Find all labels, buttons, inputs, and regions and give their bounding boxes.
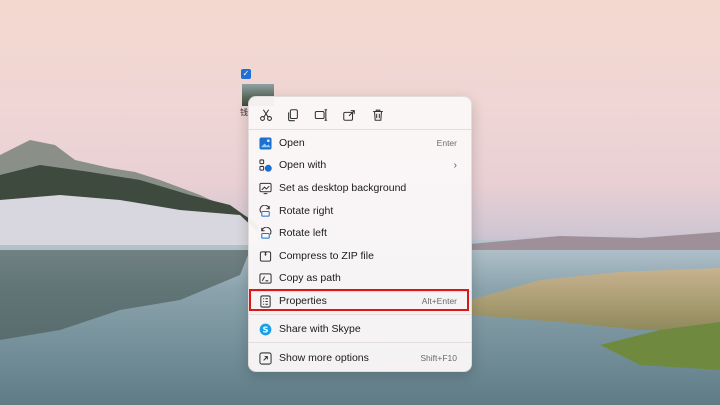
rename-button[interactable] [309,103,333,127]
context-menu: Open Enter Open with › Set as desktop ba… [248,96,472,372]
context-menu-toolbar [249,101,471,129]
more-options-icon [259,351,272,365]
svg-text:S: S [262,324,268,334]
file-name-label: 钱 [240,108,248,117]
desktop: ✓ 钱 Open Enter Open with › Set as deskto… [0,0,720,405]
open-with-icon [259,158,272,172]
menu-item-compress-zip[interactable]: Compress to ZIP file [253,245,467,267]
rename-icon [314,109,328,121]
menu-item-open[interactable]: Open Enter [253,132,467,154]
menu-item-rotate-right[interactable]: Rotate right [253,200,467,222]
share-button[interactable] [337,103,361,127]
menu-item-show-more-options[interactable]: Show more options Shift+F10 [253,347,467,369]
cut-button[interactable] [254,103,278,127]
share-icon [343,110,355,121]
menu-divider-3 [249,342,471,343]
chevron-right-icon: › [453,159,457,171]
copy-path-icon [259,272,272,285]
zip-icon [259,250,272,263]
delete-button[interactable] [366,103,390,127]
menu-item-rotate-left[interactable]: Rotate left [253,222,467,244]
menu-item-copy-as-path[interactable]: Copy as path [253,267,467,289]
properties-highlight-box [249,289,469,311]
menu-divider-2 [249,314,471,315]
skype-icon: S [259,323,272,336]
rotate-right-icon [259,204,272,218]
toolbar-divider [249,129,471,130]
menu-item-set-desktop-background[interactable]: Set as desktop background [253,177,467,199]
file-selected-checkbox[interactable]: ✓ [241,69,251,79]
menu-item-share-skype[interactable]: S Share with Skype [253,318,467,340]
rotate-left-icon [259,226,272,240]
trash-icon [373,109,383,121]
copy-button[interactable] [281,103,305,127]
photos-icon [259,136,272,150]
copy-icon [288,109,298,122]
desktop-background-icon [259,182,272,195]
scissors-icon [260,109,272,121]
menu-item-open-with[interactable]: Open with › [253,154,467,176]
